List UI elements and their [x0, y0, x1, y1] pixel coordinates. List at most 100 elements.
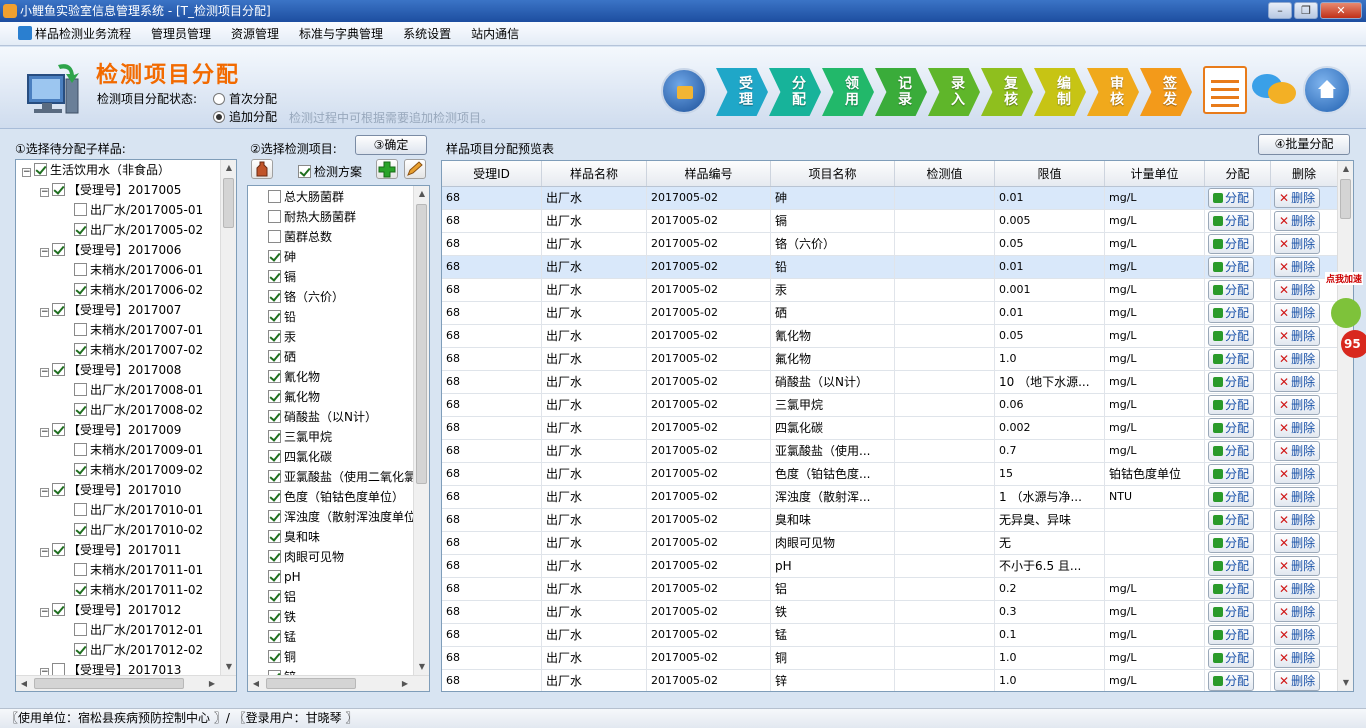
step-enter[interactable]: 录入 — [928, 68, 980, 116]
delete-button[interactable]: ✕ 删除 — [1274, 234, 1321, 254]
step-review[interactable]: 复核 — [981, 68, 1033, 116]
tree-leaf[interactable]: 出厂水/2017012-02 — [74, 640, 203, 660]
table-row[interactable]: 68 出厂水 2017005-02 硝酸盐（以N计） 10 （地下水源... mg/L 分配… — [442, 371, 1338, 394]
table-row[interactable]: 68 出厂水 2017005-02 铬（六价） 0.05 mg/L 分配 ✕ 删除 — [442, 233, 1338, 256]
delete-button[interactable]: ✕ 删除 — [1274, 671, 1321, 691]
confirm-button[interactable]: ③确定 — [355, 135, 427, 155]
close-button[interactable]: ✕ — [1320, 2, 1362, 19]
bottle-icon[interactable] — [251, 159, 273, 179]
tree-leaf[interactable]: 出厂水/2017010-01 — [74, 500, 203, 520]
delete-button[interactable]: ✕ 删除 — [1274, 602, 1321, 622]
table-row[interactable]: 68 出厂水 2017005-02 锰 0.1 mg/L 分配 ✕ 删除 — [442, 624, 1338, 647]
assign-button[interactable]: 分配 — [1208, 648, 1255, 668]
table-row[interactable]: 68 出厂水 2017005-02 铜 1.0 mg/L 分配 ✕ 删除 — [442, 647, 1338, 670]
delete-button[interactable]: ✕ 删除 — [1274, 510, 1321, 530]
table-row[interactable]: 68 出厂水 2017005-02 汞 0.001 mg/L 分配 ✕ 删除 — [442, 279, 1338, 302]
step-collect[interactable]: 领用 — [822, 68, 874, 116]
lock-icon[interactable] — [661, 68, 707, 114]
delete-button[interactable]: ✕ 删除 — [1274, 211, 1321, 231]
step-record[interactable]: 记录 — [875, 68, 927, 116]
batch-assign-button[interactable]: ④批量分配 — [1258, 134, 1350, 155]
tree-group[interactable]: − 【受理号】2017012 — [40, 600, 181, 620]
assign-button[interactable]: 分配 — [1208, 602, 1255, 622]
assign-button[interactable]: 分配 — [1208, 372, 1255, 392]
assign-button[interactable]: 分配 — [1208, 418, 1255, 438]
assign-button[interactable]: 分配 — [1208, 487, 1255, 507]
table-row[interactable]: 68 出厂水 2017005-02 三氯甲烷 0.06 mg/L 分配 ✕ 删除 — [442, 394, 1338, 417]
item-checkbox[interactable]: 铅 — [268, 307, 296, 327]
column-header[interactable]: 样品名称 — [542, 161, 647, 186]
tree-leaf[interactable]: 末梢水/2017007-02 — [74, 340, 203, 360]
column-header[interactable]: 检测值 — [895, 161, 995, 186]
assign-button[interactable]: 分配 — [1208, 326, 1255, 346]
item-checkbox[interactable]: 四氯化碳 — [268, 447, 332, 467]
table-row[interactable]: 68 出厂水 2017005-02 氟化物 1.0 mg/L 分配 ✕ 删除 — [442, 348, 1338, 371]
radio-add-assign[interactable]: 追加分配 — [213, 108, 277, 125]
menu-admin[interactable]: 管理员管理 — [141, 22, 221, 46]
tree-leaf[interactable]: 末梢水/2017006-01 — [74, 260, 203, 280]
table-row[interactable]: 68 出厂水 2017005-02 铝 0.2 mg/L 分配 ✕ 删除 — [442, 578, 1338, 601]
item-checkbox[interactable]: 砷 — [268, 247, 296, 267]
assign-button[interactable]: 分配 — [1208, 625, 1255, 645]
delete-button[interactable]: ✕ 删除 — [1274, 257, 1321, 277]
item-checkbox[interactable]: 汞 — [268, 327, 296, 347]
edit-icon[interactable] — [404, 159, 426, 179]
assign-button[interactable]: 分配 — [1208, 257, 1255, 277]
minimize-button[interactable]: – — [1268, 2, 1292, 19]
table-row[interactable]: 68 出厂水 2017005-02 砷 0.01 mg/L 分配 ✕ 删除 — [442, 187, 1338, 210]
tree-group[interactable]: − 【受理号】2017007 — [40, 300, 181, 320]
item-checkbox[interactable]: 臭和味 — [268, 527, 320, 547]
table-row[interactable]: 68 出厂水 2017005-02 pH 不小于6.5 且... 分配 ✕ 删除 — [442, 555, 1338, 578]
assign-button[interactable]: 分配 — [1208, 211, 1255, 231]
delete-button[interactable]: ✕ 删除 — [1274, 349, 1321, 369]
column-header[interactable]: 受理ID — [442, 161, 542, 186]
table-row[interactable]: 68 出厂水 2017005-02 铁 0.3 mg/L 分配 ✕ 删除 — [442, 601, 1338, 624]
tree-vscroll[interactable]: ▲ ▼ — [220, 160, 236, 675]
tree-leaf[interactable]: 出厂水/2017008-01 — [74, 380, 203, 400]
assign-button[interactable]: 分配 — [1208, 510, 1255, 530]
grid-vscroll[interactable]: ▲ ▼ — [1337, 161, 1353, 691]
table-row[interactable]: 68 出厂水 2017005-02 臭和味 无异臭、异味 分配 ✕ 删除 — [442, 509, 1338, 532]
item-checkbox[interactable]: pH — [268, 567, 301, 587]
step-accept[interactable]: 受理 — [716, 68, 768, 116]
assign-button[interactable]: 分配 — [1208, 533, 1255, 553]
menu-messages[interactable]: 站内通信 — [461, 22, 529, 46]
column-header[interactable]: 删除 — [1271, 161, 1338, 186]
table-row[interactable]: 68 出厂水 2017005-02 镉 0.005 mg/L 分配 ✕ 删除 — [442, 210, 1338, 233]
table-row[interactable]: 68 出厂水 2017005-02 浑浊度（散射浑... 1 （水源与净... NTU 分配… — [442, 486, 1338, 509]
tree-leaf[interactable]: 出厂水/2017005-01 — [74, 200, 203, 220]
tree-leaf[interactable]: 末梢水/2017011-02 — [74, 580, 203, 600]
delete-button[interactable]: ✕ 删除 — [1274, 188, 1321, 208]
assign-button[interactable]: 分配 — [1208, 303, 1255, 323]
delete-button[interactable]: ✕ 删除 — [1274, 625, 1321, 645]
speedup-widget[interactable]: 点我加速 95 — [1325, 272, 1366, 372]
tree-leaf[interactable]: 末梢水/2017009-02 — [74, 460, 203, 480]
delete-button[interactable]: ✕ 删除 — [1274, 280, 1321, 300]
scheme-checkbox[interactable]: 检测方案 — [298, 163, 362, 180]
tree-group[interactable]: − 【受理号】2017009 — [40, 420, 181, 440]
table-row[interactable]: 68 出厂水 2017005-02 锌 1.0 mg/L 分配 ✕ 删除 — [442, 670, 1338, 691]
item-checkbox[interactable]: 三氯甲烷 — [268, 427, 332, 447]
chat-icon[interactable] — [1252, 66, 1296, 114]
delete-button[interactable]: ✕ 删除 — [1274, 556, 1321, 576]
delete-button[interactable]: ✕ 删除 — [1274, 464, 1321, 484]
assign-button[interactable]: 分配 — [1208, 579, 1255, 599]
step-audit[interactable]: 审核 — [1087, 68, 1139, 116]
assign-button[interactable]: 分配 — [1208, 556, 1255, 576]
tree-root[interactable]: − 生活饮用水（非食品） — [22, 160, 170, 180]
radio-first-assign[interactable]: 首次分配 — [213, 90, 277, 107]
item-checkbox[interactable]: 铜 — [268, 647, 296, 667]
item-checkbox[interactable]: 铁 — [268, 607, 296, 627]
tree-leaf[interactable]: 末梢水/2017011-01 — [74, 560, 203, 580]
item-checkbox[interactable]: 氟化物 — [268, 387, 320, 407]
tree-leaf[interactable]: 出厂水/2017010-02 — [74, 520, 203, 540]
report-doc-icon[interactable] — [1203, 66, 1247, 114]
item-checkbox[interactable]: 氰化物 — [268, 367, 320, 387]
item-checkbox[interactable]: 硝酸盐（以N计） — [268, 407, 377, 427]
items-vscroll[interactable]: ▲ ▼ — [413, 186, 429, 675]
delete-button[interactable]: ✕ 删除 — [1274, 395, 1321, 415]
tree-leaf[interactable]: 末梢水/2017006-02 — [74, 280, 203, 300]
item-checkbox[interactable]: 锰 — [268, 627, 296, 647]
delete-button[interactable]: ✕ 删除 — [1274, 648, 1321, 668]
step-compile[interactable]: 编制 — [1034, 68, 1086, 116]
